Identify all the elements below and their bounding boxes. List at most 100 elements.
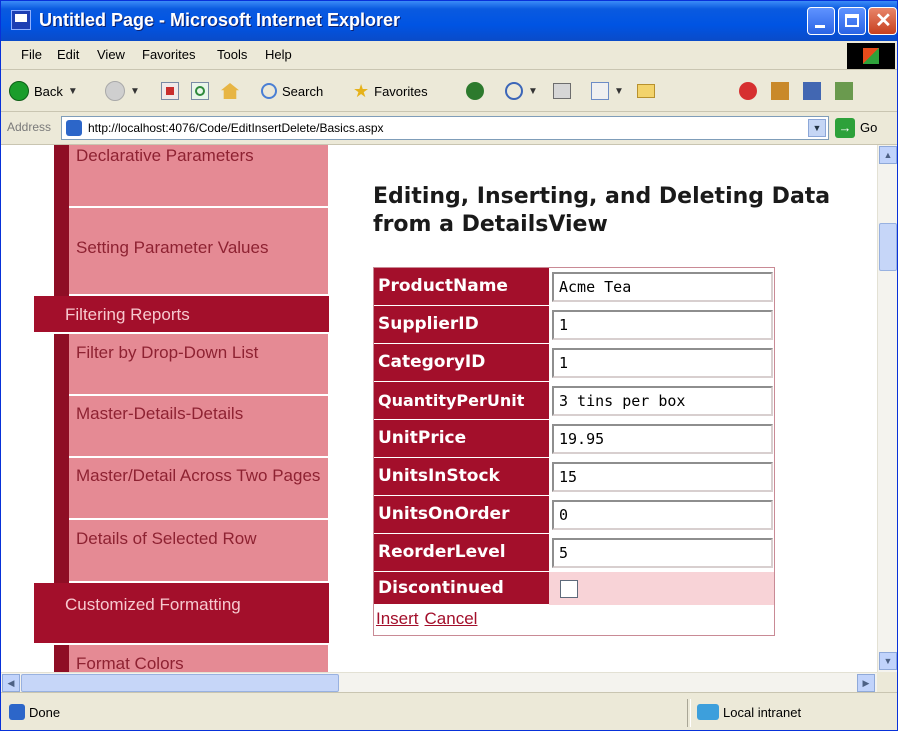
- vertical-scrollbar[interactable]: ▲ ▼: [877, 145, 897, 672]
- dv-row-supplier-id: SupplierID: [374, 306, 774, 344]
- dv-field-label: QuantityPerUnit: [374, 382, 549, 420]
- close-button[interactable]: ✕: [868, 7, 897, 35]
- quantity-per-unit-input[interactable]: [552, 386, 773, 416]
- scroll-left-icon[interactable]: ◀: [2, 674, 20, 692]
- address-url: http://localhost:4076/Code/EditInsertDel…: [88, 121, 384, 135]
- dv-field-label: ReorderLevel: [374, 534, 549, 572]
- history-icon: [505, 82, 523, 100]
- sidebar-item-master-details-details[interactable]: Master-Details-Details: [69, 396, 328, 458]
- menu-view[interactable]: View: [97, 47, 125, 62]
- menu-favorites[interactable]: Favorites: [142, 47, 195, 62]
- search-icon: [261, 83, 277, 99]
- units-in-stock-input[interactable]: [552, 462, 773, 492]
- dv-row-units-in-stock: UnitsInStock: [374, 458, 774, 496]
- sidebar-header-label: Filtering Reports: [65, 305, 190, 324]
- forward-button[interactable]: ▼: [105, 80, 140, 102]
- back-arrow-icon: [9, 81, 29, 101]
- address-dropdown-icon[interactable]: ▼: [808, 119, 826, 137]
- sidebar-item-label: Filter by Drop-Down List: [76, 343, 259, 362]
- dv-field-label: ProductName: [374, 268, 549, 306]
- unit-price-input[interactable]: [552, 424, 773, 454]
- page-title: Editing, Inserting, and Deleting Data fr…: [373, 184, 831, 237]
- edit-button[interactable]: ▼: [591, 80, 624, 102]
- title-bar: Untitled Page - Microsoft Internet Explo…: [1, 1, 897, 41]
- sidebar-item-label: Format Colors: [76, 654, 184, 672]
- search-label: Search: [282, 83, 324, 99]
- supplier-id-input[interactable]: [552, 310, 773, 340]
- favorites-button[interactable]: ★ Favorites: [353, 80, 428, 102]
- go-arrow-icon[interactable]: →: [835, 118, 855, 138]
- discontinued-checkbox[interactable]: [560, 580, 578, 598]
- sidebar-item-master-detail-across-pages[interactable]: Master/Detail Across Two Pages: [69, 458, 328, 520]
- sidebar-item-declarative-parameters[interactable]: Declarative Parameters: [69, 145, 328, 208]
- dv-field-label: SupplierID: [374, 306, 549, 344]
- refresh-button[interactable]: [191, 80, 209, 102]
- discuss-icon: [803, 82, 821, 100]
- scroll-right-icon[interactable]: ▶: [857, 674, 875, 692]
- home-icon: [221, 83, 239, 99]
- sidebar-header-customized-formatting[interactable]: Customized Formatting: [34, 583, 329, 645]
- print-button[interactable]: [553, 80, 571, 102]
- dv-row-quantity-per-unit: QuantityPerUnit: [374, 382, 774, 420]
- media-button[interactable]: [466, 80, 484, 102]
- research-button[interactable]: [771, 80, 789, 102]
- status-text: Done: [29, 705, 61, 720]
- product-name-input[interactable]: [552, 272, 773, 302]
- windows-logo-icon: [847, 43, 895, 69]
- go-button[interactable]: Go: [860, 120, 877, 135]
- cancel-link[interactable]: Cancel: [425, 609, 478, 628]
- dv-field-label: CategoryID: [374, 344, 549, 382]
- folder-button[interactable]: [637, 80, 655, 102]
- category-id-input[interactable]: [552, 348, 773, 378]
- dv-field-label: Discontinued: [374, 572, 549, 605]
- scroll-up-icon[interactable]: ▲: [879, 146, 897, 164]
- dv-field-label: UnitsOnOrder: [374, 496, 549, 534]
- ie-window-icon: [11, 10, 31, 30]
- minimize-button[interactable]: [807, 7, 835, 35]
- history-button[interactable]: ▼: [505, 80, 538, 102]
- dv-row-reorder-level: ReorderLevel: [374, 534, 774, 572]
- search-button[interactable]: Search: [261, 80, 323, 102]
- vertical-scroll-thumb[interactable]: [879, 223, 897, 271]
- menu-edit[interactable]: Edit: [57, 47, 79, 62]
- maximize-button[interactable]: [838, 7, 866, 35]
- home-button[interactable]: [221, 80, 239, 102]
- horizontal-scrollbar[interactable]: ◀ ▶: [1, 672, 877, 692]
- sidebar-header-filtering-reports[interactable]: Filtering Reports: [34, 296, 329, 334]
- reorder-level-input[interactable]: [552, 538, 773, 568]
- menu-help[interactable]: Help: [265, 47, 292, 62]
- sidebar-item-filter-by-dropdown[interactable]: Filter by Drop-Down List: [69, 334, 328, 396]
- sidebar-item-label: Setting Parameter Values: [76, 238, 269, 257]
- back-dropdown-icon: ▼: [67, 85, 78, 97]
- discuss-button[interactable]: [803, 80, 821, 102]
- menu-file[interactable]: File: [21, 47, 42, 62]
- sidebar-item-format-colors[interactable]: Format Colors: [69, 645, 328, 672]
- dv-command-row: Insert Cancel: [374, 605, 774, 635]
- favorites-label: Favorites: [374, 83, 428, 99]
- edit-dropdown-icon: ▼: [614, 85, 624, 97]
- horizontal-scroll-thumb[interactable]: [21, 674, 339, 692]
- status-bar: Done Local intranet: [1, 692, 897, 730]
- insert-link[interactable]: Insert: [376, 609, 419, 628]
- tools-extra-button[interactable]: [835, 80, 853, 102]
- folder-icon: [637, 84, 655, 98]
- sidebar-item-label: Master/Detail Across Two Pages: [76, 466, 321, 485]
- minimize-icon: [815, 25, 825, 28]
- back-button[interactable]: Back ▼: [9, 80, 78, 102]
- messenger-button[interactable]: [739, 80, 757, 102]
- dv-field-label: UnitsInStock: [374, 458, 549, 496]
- address-input[interactable]: http://localhost:4076/Code/EditInsertDel…: [61, 116, 829, 140]
- dv-field-label: UnitPrice: [374, 420, 549, 458]
- dv-row-units-on-order: UnitsOnOrder: [374, 496, 774, 534]
- sidebar-item-label: Master-Details-Details: [76, 404, 244, 423]
- dv-row-category-id: CategoryID: [374, 344, 774, 382]
- stop-button[interactable]: [161, 80, 179, 102]
- sidebar-item-setting-parameter-values[interactable]: Setting Parameter Values: [69, 208, 328, 296]
- refresh-icon: [191, 82, 209, 100]
- scroll-down-icon[interactable]: ▼: [879, 652, 897, 670]
- units-on-order-input[interactable]: [552, 500, 773, 530]
- sidebar-item-details-of-selected-row[interactable]: Details of Selected Row: [69, 520, 328, 583]
- security-zone-text: Local intranet: [723, 705, 802, 720]
- dv-row-product-name: ProductName: [374, 268, 774, 306]
- menu-tools[interactable]: Tools: [217, 47, 247, 62]
